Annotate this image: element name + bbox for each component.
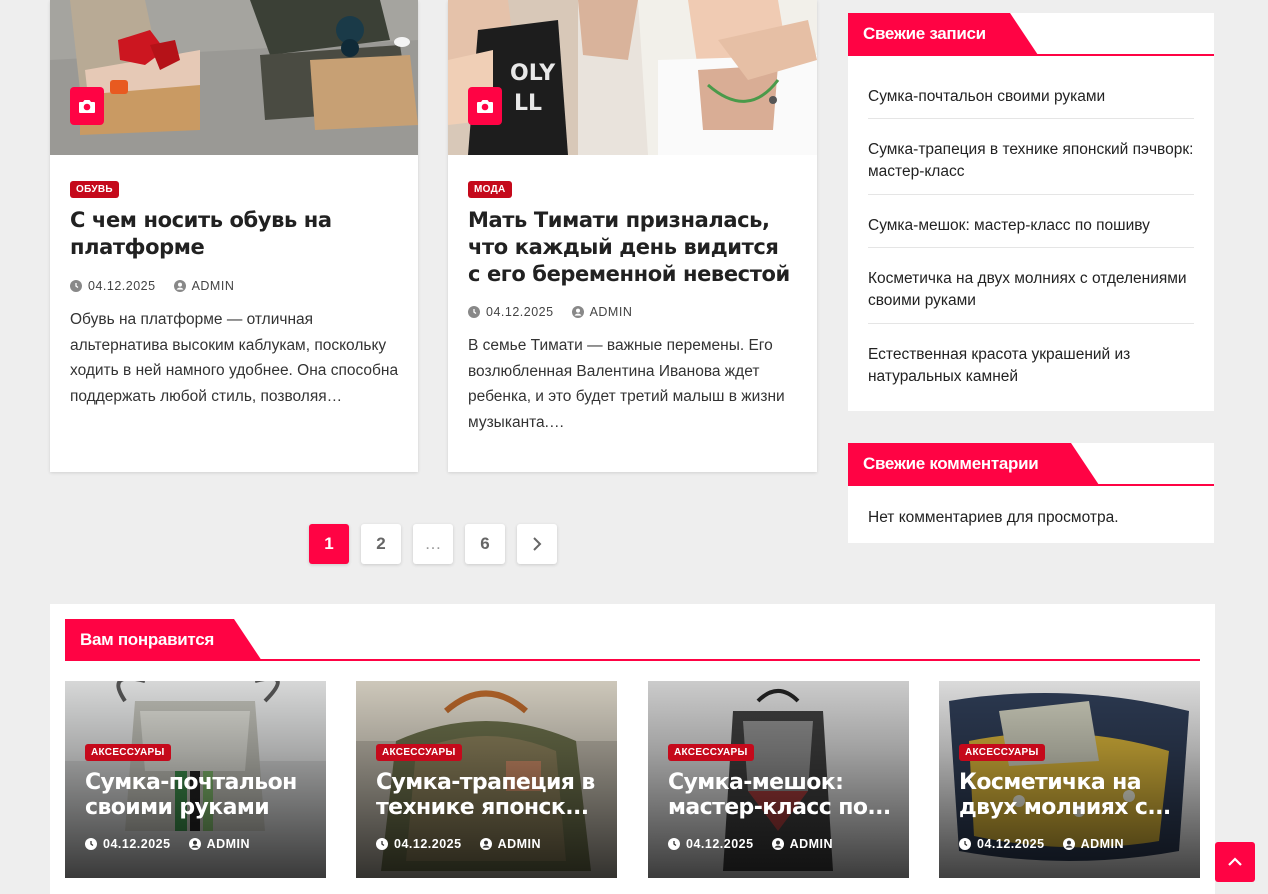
category-badge[interactable]: АКСЕССУАРЫ bbox=[376, 744, 462, 761]
recent-post-link[interactable]: Естественная красота украшений из натура… bbox=[868, 324, 1194, 388]
shoes-photo bbox=[50, 0, 418, 155]
section-header: Вам понравится bbox=[65, 619, 1200, 661]
related-post-card[interactable]: АКСЕССУАРЫ Сумка-мешок: мастер-класс по.… bbox=[648, 681, 909, 878]
no-comments-text: Нет комментариев для просмотра. bbox=[868, 509, 1119, 526]
post-meta: 04.12.2025 ADMIN bbox=[959, 837, 1142, 851]
related-post-card[interactable]: АКСЕССУАРЫ Косметичка на двух молниях с.… bbox=[939, 681, 1200, 878]
recent-post-link[interactable]: Сумка-трапеция в технике японский пэчвор… bbox=[868, 119, 1194, 195]
category-badge[interactable]: ОБУВЬ bbox=[70, 181, 119, 198]
svg-text:OLY: OLY bbox=[510, 61, 556, 86]
post-title[interactable]: С чем носить обувь на платформе bbox=[70, 207, 398, 261]
post-card: ОБУВЬ С чем носить обувь на платформе 04… bbox=[50, 0, 418, 472]
post-date: 04.12.2025 bbox=[959, 837, 1045, 851]
related-post-title[interactable]: Косметичка на двух молниях с... bbox=[959, 770, 1186, 820]
post-thumbnail[interactable] bbox=[50, 0, 418, 155]
post-author[interactable]: ADMIN bbox=[173, 279, 235, 293]
page-link-2[interactable]: 2 bbox=[361, 524, 401, 564]
clock-icon bbox=[959, 838, 971, 850]
user-icon bbox=[188, 838, 201, 850]
category-badge[interactable]: АКСЕССУАРЫ bbox=[85, 744, 171, 761]
category-badge[interactable]: МОДА bbox=[468, 181, 512, 198]
svg-text:LL: LL bbox=[514, 91, 542, 116]
widget-title: Свежие комментарии bbox=[848, 443, 1099, 485]
user-icon bbox=[771, 838, 784, 850]
recent-post-link[interactable]: Косметичка на двух молниях с отделениями… bbox=[868, 248, 1194, 324]
widget-header: Свежие записи bbox=[848, 13, 1214, 56]
user-icon bbox=[1062, 838, 1075, 850]
post-author[interactable]: ADMIN bbox=[479, 837, 541, 851]
post-author[interactable]: ADMIN bbox=[1062, 837, 1124, 851]
post-meta: 04.12.2025 ADMIN bbox=[468, 305, 650, 319]
category-badge[interactable]: АКСЕССУАРЫ bbox=[959, 744, 1045, 761]
user-icon bbox=[479, 838, 492, 850]
post-date: 04.12.2025 bbox=[468, 305, 554, 319]
recent-comments-widget: Свежие комментарии Нет комментариев для … bbox=[848, 443, 1214, 543]
recent-post-link[interactable]: Сумка-мешок: мастер-класс по пошиву bbox=[868, 195, 1194, 248]
chevron-right-icon bbox=[533, 537, 542, 551]
post-meta: 04.12.2025 ADMIN bbox=[668, 837, 851, 851]
related-post-card[interactable]: АКСЕССУАРЫ Сумка-трапеция в технике япон… bbox=[356, 681, 617, 878]
post-excerpt: Обувь на платформе — отличная альтернати… bbox=[70, 311, 399, 405]
related-post-title[interactable]: Сумка-трапеция в технике японск... bbox=[376, 770, 603, 820]
camera-icon bbox=[70, 87, 104, 125]
page-link-1[interactable]: 1 bbox=[309, 524, 349, 564]
post-author[interactable]: ADMIN bbox=[571, 305, 633, 319]
related-post-title[interactable]: Сумка-почтальон своими руками bbox=[85, 770, 312, 820]
clock-icon bbox=[85, 838, 97, 850]
post-excerpt: В семье Тимати — важные перемены. Его во… bbox=[468, 337, 785, 431]
post-thumbnail[interactable]: OLY LL bbox=[448, 0, 817, 155]
pagination: 1 2 … 6 bbox=[309, 524, 569, 564]
post-date: 04.12.2025 bbox=[70, 279, 156, 293]
recent-posts-list: Сумка-почтальон своими руками Сумка-трап… bbox=[868, 69, 1194, 388]
category-badge[interactable]: АКСЕССУАРЫ bbox=[668, 744, 754, 761]
section-title: Вам понравится bbox=[65, 619, 262, 661]
post-date: 04.12.2025 bbox=[85, 837, 171, 851]
recent-posts-widget: Свежие записи Сумка-почтальон своими рук… bbox=[848, 13, 1214, 411]
chevron-up-icon bbox=[1228, 857, 1242, 866]
post-meta: 04.12.2025 ADMIN bbox=[376, 837, 559, 851]
user-icon bbox=[571, 306, 584, 318]
related-post-card[interactable]: АКСЕССУАРЫ Сумка-почтальон своими руками… bbox=[65, 681, 326, 878]
post-author[interactable]: ADMIN bbox=[188, 837, 250, 851]
camera-icon bbox=[468, 87, 502, 125]
page-link-6[interactable]: 6 bbox=[465, 524, 505, 564]
next-page-button[interactable] bbox=[517, 524, 557, 564]
post-date: 04.12.2025 bbox=[376, 837, 462, 851]
post-card: OLY LL МОДА Мать Тимати призналась, что … bbox=[448, 0, 817, 472]
user-icon bbox=[173, 280, 186, 292]
clock-icon bbox=[668, 838, 680, 850]
widget-header: Свежие комментарии bbox=[848, 443, 1214, 486]
post-author[interactable]: ADMIN bbox=[771, 837, 833, 851]
post-date: 04.12.2025 bbox=[668, 837, 754, 851]
post-title[interactable]: Мать Тимати призналась, что каждый день … bbox=[468, 207, 797, 288]
clock-icon bbox=[70, 280, 82, 292]
clock-icon bbox=[376, 838, 388, 850]
recent-post-link[interactable]: Сумка-почтальон своими руками bbox=[868, 69, 1194, 119]
scroll-to-top-button[interactable] bbox=[1215, 842, 1255, 882]
page-ellipsis: … bbox=[413, 524, 453, 564]
post-meta: 04.12.2025 ADMIN bbox=[70, 279, 252, 293]
related-posts-section: Вам понравится АКСЕССУАРЫ Сумка-почтальо… bbox=[50, 604, 1215, 894]
clock-icon bbox=[468, 306, 480, 318]
related-post-title[interactable]: Сумка-мешок: мастер-класс по... bbox=[668, 770, 895, 820]
widget-title: Свежие записи bbox=[848, 13, 1038, 55]
post-meta: 04.12.2025 ADMIN bbox=[85, 837, 268, 851]
people-photo: OLY LL bbox=[448, 0, 817, 155]
